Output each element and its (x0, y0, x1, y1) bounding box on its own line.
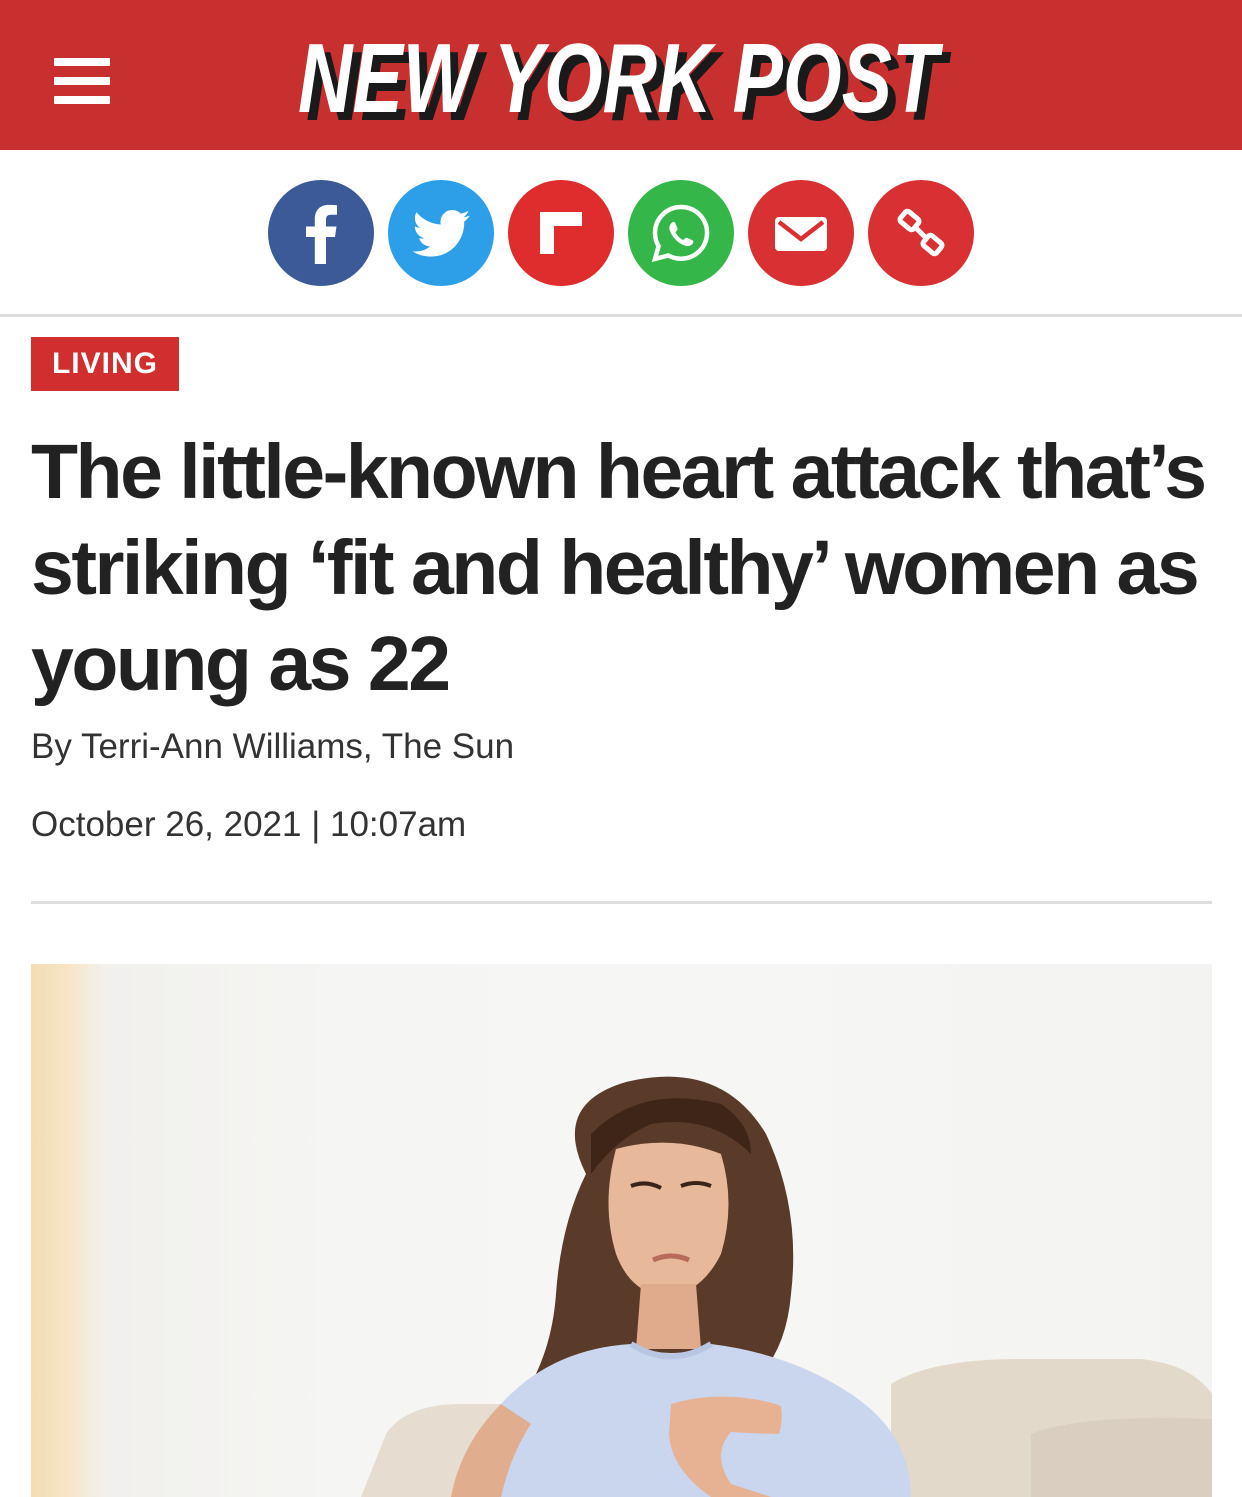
flipboard-icon (540, 212, 582, 254)
svg-text:NEW YORK POST: NEW YORK POST (298, 24, 943, 130)
byline-prefix: By (31, 727, 72, 766)
article-photo[interactable] (31, 964, 1212, 1497)
share-copy-link-button[interactable] (868, 180, 974, 286)
divider (0, 314, 1242, 317)
email-icon (775, 217, 827, 251)
logo-wordmark: NEW YORK POST NEW YORK POST (298, 24, 951, 130)
divider (31, 901, 1212, 904)
publish-date: October 26, 2021 | 10:07am (31, 805, 467, 844)
share-email-button[interactable] (748, 180, 854, 286)
share-bar (0, 150, 1242, 316)
woman-clutching-chest-illustration (361, 1076, 1212, 1497)
section-tag[interactable]: LIVING (31, 337, 179, 391)
twitter-icon (412, 210, 470, 257)
byline-author[interactable]: Terri-Ann Williams, The Sun (81, 727, 514, 766)
facebook-icon (306, 204, 337, 264)
site-header: NEW YORK POST NEW YORK POST (0, 0, 1242, 150)
link-icon (897, 208, 945, 257)
byline: By Terri-Ann Williams, The Sun (31, 726, 514, 768)
share-twitter-button[interactable] (388, 180, 494, 286)
whatsapp-icon (651, 204, 710, 263)
share-whatsapp-button[interactable] (628, 180, 734, 286)
site-logo[interactable]: NEW YORK POST NEW YORK POST (292, 24, 952, 130)
share-facebook-button[interactable] (268, 180, 374, 286)
article-headline: The little-known heart attack that’s str… (31, 429, 1207, 707)
share-flipboard-button[interactable] (508, 180, 614, 286)
hamburger-menu-icon[interactable] (54, 58, 110, 104)
